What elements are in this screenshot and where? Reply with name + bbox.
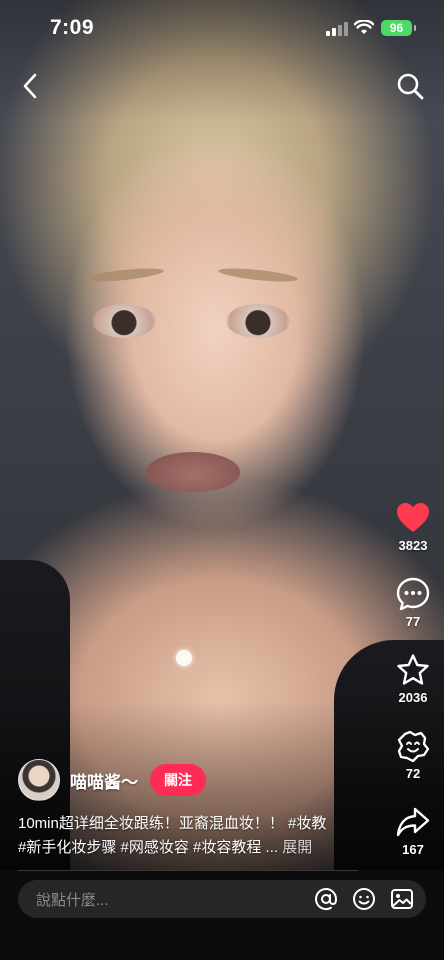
comment-input[interactable]: 說點什麼... <box>18 889 312 910</box>
heart-icon <box>397 503 429 532</box>
at-icon <box>315 888 338 911</box>
emoji-button[interactable] <box>350 885 378 913</box>
divider <box>18 870 358 871</box>
comment-bar: 說點什麼... <box>18 880 426 918</box>
image-button[interactable] <box>388 885 416 913</box>
battery-indicator: 96 <box>381 20 416 36</box>
comment-count: 77 <box>405 614 421 629</box>
sticker-icon <box>397 730 430 763</box>
video-caption[interactable]: 10min超详细全妆跟练！亚裔混血妆！！ #妆教 #新手化妆步骤 #网感妆容 #… <box>18 812 358 860</box>
caption-hashtags[interactable]: #新手化妆步骤 #网感妆容 #妆容教程 ... <box>18 839 278 856</box>
video-necklace <box>176 650 192 666</box>
comment-icon <box>396 577 430 611</box>
chevron-left-icon <box>23 73 37 99</box>
like-button[interactable]: 3823 <box>384 500 442 553</box>
star-icon <box>397 654 429 685</box>
caption-line-2: #新手化妆步骤 #网感妆容 #妆容教程 ... 展開 <box>18 836 358 860</box>
share-icon <box>396 807 430 837</box>
like-count: 3823 <box>398 538 428 553</box>
mention-button[interactable] <box>312 885 340 913</box>
follow-button[interactable]: 關注 <box>150 764 206 796</box>
image-icon <box>391 889 413 909</box>
reaction-button[interactable]: 72 <box>384 728 442 781</box>
video-eye-right <box>226 304 290 338</box>
expand-caption-button[interactable]: 展開 <box>282 839 312 856</box>
favorite-button[interactable]: 2036 <box>384 652 442 705</box>
caption-line-1: 10min超详细全妆跟练！亚裔混血妆！！ #妆教 <box>18 815 327 832</box>
author-name[interactable]: 喵喵酱～ <box>70 768 138 793</box>
avatar[interactable] <box>18 759 60 801</box>
share-count: 167 <box>402 842 424 857</box>
back-button[interactable] <box>14 70 46 102</box>
search-icon <box>397 73 424 100</box>
video-brow-right <box>217 265 299 285</box>
cellular-signal-icon <box>326 22 348 36</box>
reaction-count: 72 <box>405 766 421 781</box>
emoji-icon <box>353 888 375 910</box>
status-time: 7:09 <box>50 16 95 39</box>
video-eye-left <box>92 304 156 338</box>
video-player[interactable] <box>0 0 444 870</box>
search-button[interactable] <box>394 70 426 102</box>
comment-button[interactable]: 77 <box>384 576 442 629</box>
status-bar: 7:09 96 <box>0 0 444 58</box>
wifi-icon <box>354 20 374 34</box>
favorite-count: 2036 <box>398 690 428 705</box>
share-button[interactable]: 167 <box>384 804 442 857</box>
author-row: 喵喵酱～ 關注 <box>18 758 206 802</box>
video-lips <box>146 452 240 492</box>
video-brow-left <box>83 265 165 285</box>
